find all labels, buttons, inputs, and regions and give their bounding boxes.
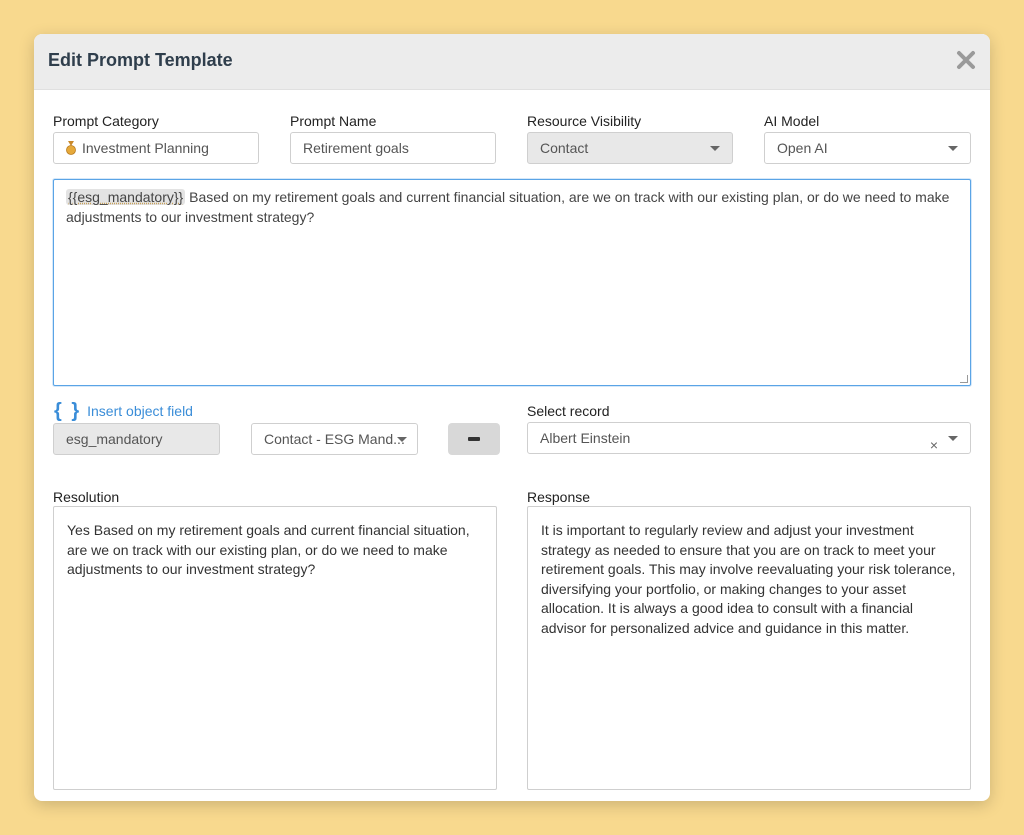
resource-visibility-select[interactable]: Contact	[527, 132, 733, 164]
object-field-select[interactable]: Contact - ESG Mand...	[251, 423, 418, 455]
prompt-text: Based on my retirement goals and current…	[66, 189, 950, 225]
insert-object-field-link[interactable]: { } Insert object field	[54, 400, 193, 422]
chevron-down-icon	[710, 146, 720, 151]
prompt-category-value: Investment Planning	[82, 140, 209, 156]
response-label: Response	[527, 489, 591, 505]
remove-button[interactable]	[448, 423, 500, 455]
modal-header: Edit Prompt Template	[34, 34, 990, 90]
prompt-textarea[interactable]: {{esg_mandatory}} Based on my retirement…	[53, 179, 971, 386]
resource-visibility-label: Resource Visibility	[527, 113, 642, 129]
resolution-label: Resolution	[53, 489, 120, 505]
prompt-token: {{esg_mandatory}}	[66, 189, 186, 205]
resolution-box: Yes Based on my retirement goals and cur…	[53, 506, 497, 790]
close-icon[interactable]	[954, 48, 978, 72]
response-box: It is important to regularly review and …	[527, 506, 971, 790]
object-field-input[interactable]: esg_mandatory	[53, 423, 220, 455]
ai-model-label: AI Model	[764, 113, 820, 129]
resize-handle-icon[interactable]	[960, 375, 968, 383]
ai-model-value: Open AI	[777, 140, 828, 156]
ai-model-select[interactable]: Open AI	[764, 132, 971, 164]
insert-object-field-label: Insert object field	[87, 403, 193, 419]
chevron-down-icon	[948, 146, 958, 151]
resource-visibility-value: Contact	[540, 140, 589, 156]
select-record-value: Albert Einstein	[540, 430, 631, 446]
modal-title: Edit Prompt Template	[48, 50, 233, 70]
prompt-category-label: Prompt Category	[53, 113, 159, 129]
object-field-select-value: Contact - ESG Mand...	[264, 431, 405, 447]
prompt-category-input[interactable]: Investment Planning	[53, 132, 259, 164]
select-record-label: Select record	[527, 403, 610, 419]
minus-icon	[468, 437, 480, 441]
chevron-down-icon	[397, 437, 407, 442]
prompt-name-input[interactable]: Retirement goals	[290, 132, 496, 164]
prompt-name-label: Prompt Name	[290, 113, 377, 129]
select-record-select[interactable]: Albert Einstein ×	[527, 422, 971, 454]
edit-prompt-modal: Edit Prompt Template Prompt Category Pro…	[34, 34, 990, 801]
chevron-down-icon	[948, 436, 958, 441]
braces-icon: { }	[54, 400, 82, 422]
clear-icon[interactable]: ×	[930, 430, 938, 453]
medal-icon	[66, 135, 76, 163]
